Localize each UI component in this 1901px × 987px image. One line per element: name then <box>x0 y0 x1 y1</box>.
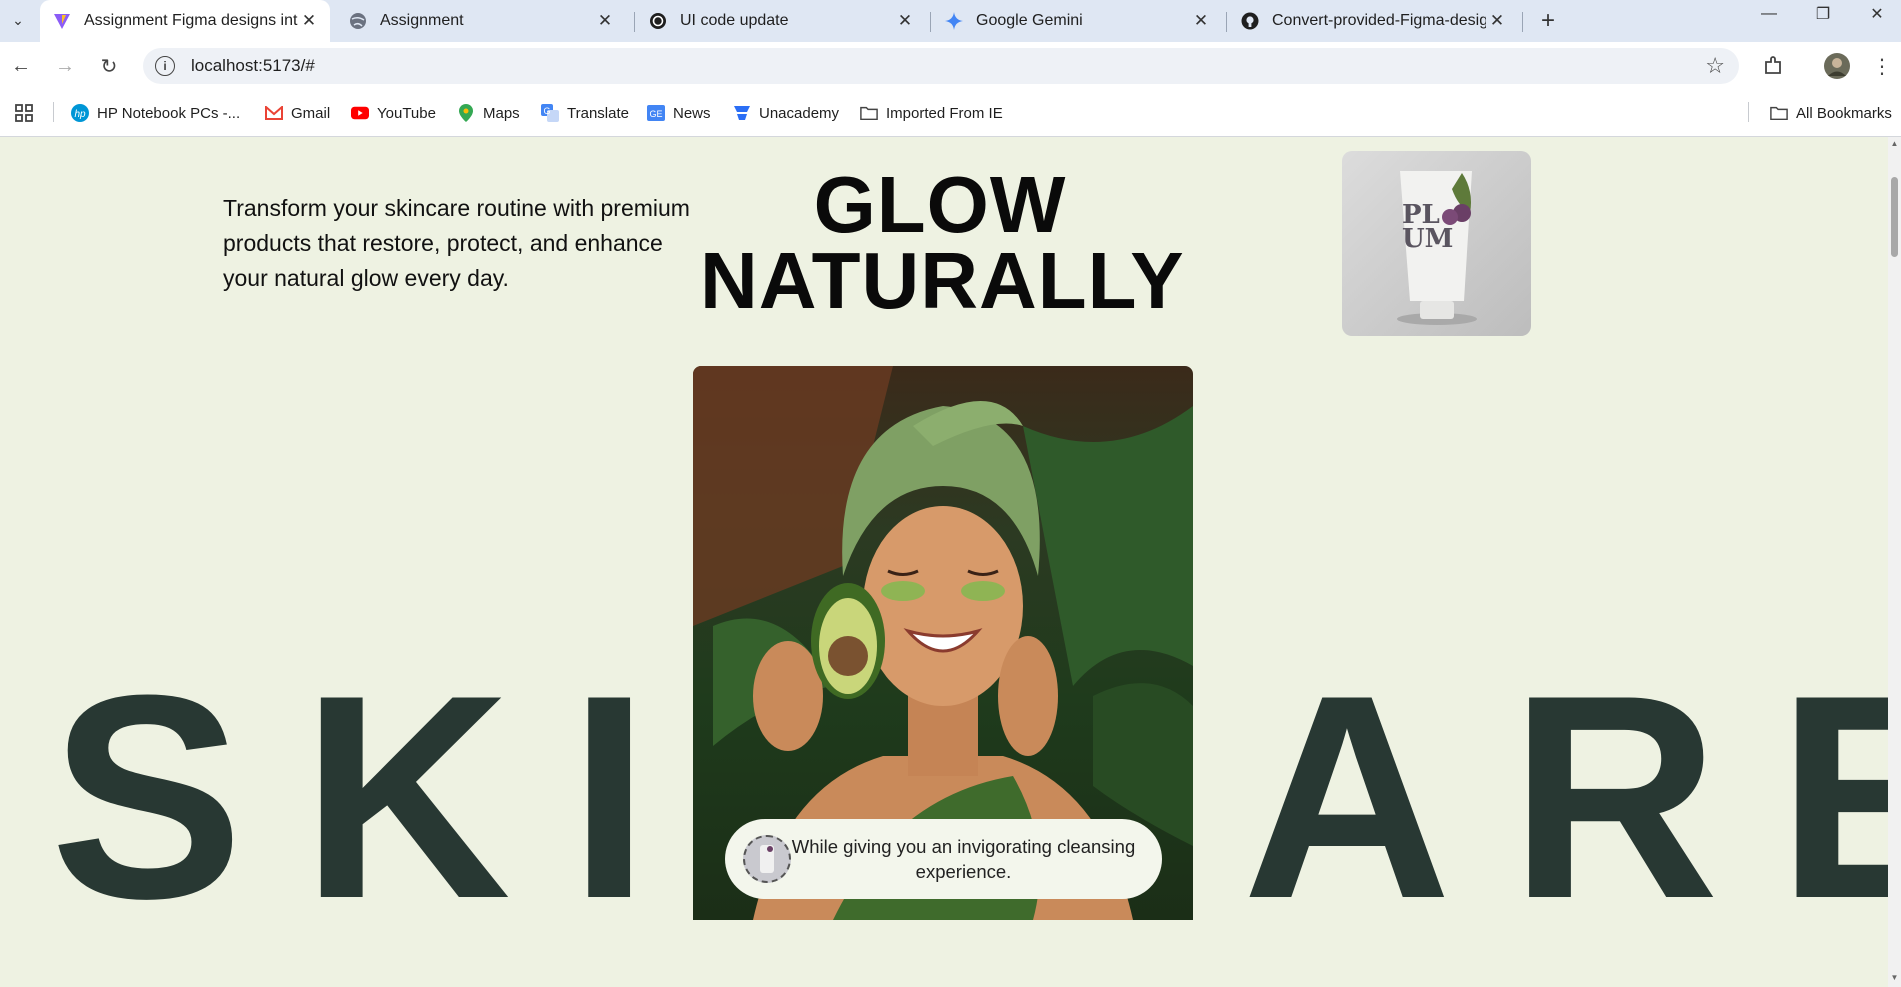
chatgpt-icon <box>648 11 668 31</box>
apps-grid-icon[interactable] <box>14 102 34 124</box>
bookmark-separator <box>53 102 54 122</box>
bookmark-gmail[interactable]: Gmail <box>265 102 330 124</box>
youtube-icon <box>351 104 369 122</box>
hp-icon: hp <box>71 104 89 122</box>
product-brand-line-2: UM <box>1402 224 1454 254</box>
bookmark-label: Imported From IE <box>886 104 1003 122</box>
unacademy-icon <box>733 104 751 122</box>
scroll-up-icon[interactable]: ▲ <box>1890 139 1899 148</box>
window-close-icon[interactable]: ✕ <box>1854 0 1900 28</box>
tab-search-dropdown[interactable]: ⌄ <box>6 8 30 32</box>
back-icon[interactable]: ← <box>8 53 34 79</box>
scrollbar-thumb[interactable] <box>1891 177 1898 257</box>
bookmark-news[interactable]: GE News <box>647 102 711 124</box>
folder-icon <box>1770 104 1788 122</box>
product-image-plum-tube: PL UM <box>1342 151 1531 336</box>
bookmark-star-icon[interactable]: ☆ <box>1705 53 1725 79</box>
bookmark-maps[interactable]: Maps <box>457 102 520 124</box>
hero-headline: GLOW NATURALLY <box>700 160 1185 325</box>
all-bookmarks-label: All Bookmarks <box>1796 104 1892 122</box>
tab-title: Convert-provided-Figma-design <box>1272 12 1486 29</box>
svg-text:G: G <box>543 106 550 116</box>
info-pill: While giving you an invigorating cleansi… <box>725 819 1162 899</box>
page-scrollbar[interactable]: ▲ ▼ <box>1888 137 1901 987</box>
url-text: localhost:5173/# <box>191 56 315 75</box>
bookmark-youtube[interactable]: YouTube <box>351 102 436 124</box>
bookmark-label: Translate <box>567 104 629 122</box>
extensions-icon[interactable] <box>1758 51 1788 81</box>
bookmark-label: HP Notebook PCs -... <box>97 104 241 122</box>
bookmark-label: News <box>673 104 711 122</box>
all-bookmarks-button[interactable]: All Bookmarks <box>1770 102 1892 124</box>
tab-separator <box>634 12 635 32</box>
tab-strip: ⌄ Assignment Figma designs into ✕ Assign… <box>0 0 1901 42</box>
github-icon <box>1240 11 1260 31</box>
svg-text:hp: hp <box>74 109 86 120</box>
close-icon[interactable]: ✕ <box>298 10 320 32</box>
site-info-icon[interactable]: i <box>155 56 175 76</box>
menu-kebab-icon[interactable]: ⋮ <box>1872 51 1892 81</box>
bookmarks-bar: hp HP Notebook PCs -... Gmail YouTube Ma… <box>0 90 1901 137</box>
scroll-down-icon[interactable]: ▼ <box>1890 973 1899 982</box>
bookmark-label: Gmail <box>291 104 331 122</box>
new-tab-button[interactable]: + <box>1535 7 1561 34</box>
tab-separator <box>1226 12 1227 32</box>
headline-line-1: GLOW <box>813 160 1067 249</box>
page-viewport: Transform your skincare routine with pre… <box>0 137 1888 987</box>
pill-text: While giving you an invigorating cleansi… <box>791 836 1136 882</box>
tab-title: UI code update <box>680 12 789 29</box>
news-icon: GE <box>647 104 665 122</box>
headline-line-2: NATURALLY <box>700 236 1185 325</box>
gemini-icon <box>944 11 964 31</box>
globe-icon <box>348 11 368 31</box>
gmail-icon <box>265 104 283 122</box>
tab-title: Assignment <box>380 12 464 29</box>
bookmark-label: YouTube <box>377 104 436 122</box>
pill-product-thumbnail <box>743 835 791 883</box>
minimize-icon[interactable]: — <box>1746 0 1792 28</box>
profile-avatar[interactable] <box>1822 51 1852 81</box>
tab-assignment[interactable]: Assignment ✕ <box>336 0 626 42</box>
bookmark-unacademy[interactable]: Unacademy <box>733 102 839 124</box>
vite-icon <box>52 11 72 31</box>
close-icon[interactable]: ✕ <box>1190 10 1212 32</box>
close-icon[interactable]: ✕ <box>1486 10 1508 32</box>
svg-text:GE: GE <box>649 109 662 119</box>
bookmark-separator <box>1748 102 1749 122</box>
tab-convert-figma[interactable]: Convert-provided-Figma-design ✕ <box>1228 0 1518 42</box>
translate-icon: G <box>541 104 559 122</box>
close-icon[interactable]: ✕ <box>594 10 616 32</box>
close-icon[interactable]: ✕ <box>894 10 916 32</box>
hero-tagline: Transform your skincare routine with pre… <box>223 195 690 291</box>
tab-title: Assignment Figma designs into <box>84 12 298 29</box>
maps-icon <box>457 104 475 122</box>
folder-icon <box>860 104 878 122</box>
bookmark-label: Unacademy <box>759 104 840 122</box>
bookmark-label: Maps <box>483 104 520 122</box>
bookmark-translate[interactable]: G Translate <box>541 102 629 124</box>
reload-icon[interactable]: ↻ <box>96 53 122 79</box>
tab-ui-code-update[interactable]: UI code update ✕ <box>636 0 926 42</box>
restore-icon[interactable]: ❐ <box>1800 0 1846 28</box>
tab-assignment-figma[interactable]: Assignment Figma designs into ✕ <box>40 0 330 42</box>
bookmark-hp[interactable]: hp HP Notebook PCs -... <box>71 102 240 124</box>
address-bar[interactable]: i localhost:5173/# ☆ <box>143 48 1739 84</box>
tab-separator <box>1522 12 1523 32</box>
forward-icon[interactable]: → <box>52 53 78 79</box>
tab-google-gemini[interactable]: Google Gemini ✕ <box>932 0 1222 42</box>
tab-separator <box>930 12 931 32</box>
tab-title: Google Gemini <box>976 12 1083 29</box>
browser-toolbar: ← → ↻ i localhost:5173/# ☆ ⋮ <box>0 42 1901 90</box>
bookmark-imported-folder[interactable]: Imported From IE <box>860 102 1003 124</box>
